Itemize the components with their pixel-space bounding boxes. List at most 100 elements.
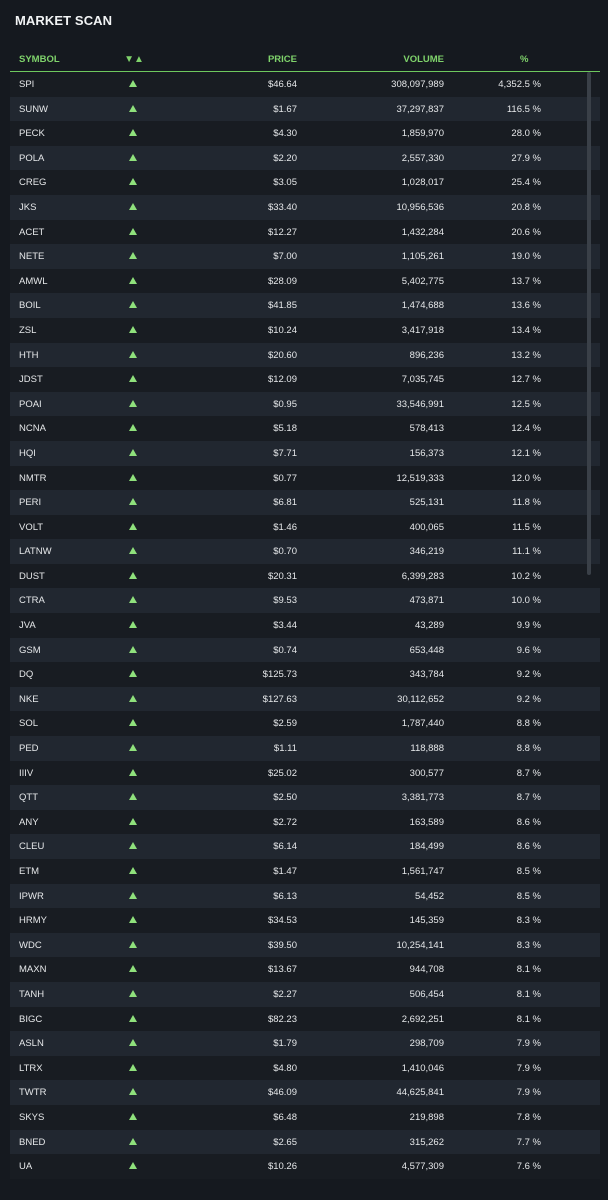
- sort-toggle-icon[interactable]: ▼▲: [123, 54, 145, 65]
- table-row[interactable]: SUNW $1.67 37,297,837 116.5 %: [10, 96, 600, 122]
- table-row[interactable]: CREG $3.05 1,028,017 25.4 %: [10, 170, 600, 195]
- up-arrow-icon: [129, 252, 137, 260]
- table-row[interactable]: LTRX $4.80 1,410,046 7.9 %: [10, 1055, 600, 1081]
- percent-change-cell: 11.8 %: [512, 497, 541, 509]
- table-row[interactable]: HRMY $34.53 145,359 8.3 %: [10, 908, 600, 933]
- table-row[interactable]: ETM $1.47 1,561,747 8.5 %: [10, 859, 600, 884]
- volume-cell: 30,112,652: [397, 693, 444, 705]
- table-row[interactable]: ASLN $1.79 298,709 7.9 %: [10, 1031, 600, 1056]
- symbol-cell: TWTR: [19, 1087, 47, 1099]
- volume-cell: 3,417,918: [401, 324, 444, 336]
- table-row[interactable]: ANY $2.72 163,589 8.6 %: [10, 809, 600, 835]
- table-row[interactable]: WDC $39.50 10,254,141 8.3 %: [10, 932, 600, 958]
- table-row[interactable]: DUST $20.31 6,399,283 10.2 %: [10, 563, 600, 589]
- table-row[interactable]: AMWL $28.09 5,402,775 13.7 %: [10, 268, 600, 294]
- table-row[interactable]: JKS $33.40 10,956,536 20.8 %: [10, 194, 600, 220]
- volume-cell: 2,692,251: [401, 1013, 444, 1025]
- table-row[interactable]: JDST $12.09 7,035,745 12.7 %: [10, 367, 600, 392]
- up-arrow-icon: [129, 448, 137, 456]
- scrollbar[interactable]: [587, 72, 591, 575]
- volume-cell: 1,410,046: [401, 1062, 444, 1074]
- volume-cell: 2,557,330: [401, 152, 444, 164]
- symbol-cell: WDC: [19, 939, 42, 951]
- table-row[interactable]: TWTR $46.09 44,625,841 7.9 %: [10, 1080, 600, 1105]
- symbol-cell: UA: [19, 1161, 33, 1173]
- table-row[interactable]: CLEU $6.14 184,499 8.6 %: [10, 834, 600, 859]
- table-row[interactable]: NETE $7.00 1,105,261 19.0 %: [10, 244, 600, 269]
- symbol-cell: NCNA: [19, 423, 46, 435]
- table-row[interactable]: IPWR $6.13 54,452 8.5 %: [10, 883, 600, 909]
- percent-change-cell: 8.7 %: [516, 767, 541, 779]
- symbol-cell: GSM: [19, 644, 41, 656]
- percent-change-cell: 13.4 %: [511, 324, 541, 336]
- table-row[interactable]: UA $10.26 4,577,309 7.6 %: [10, 1154, 600, 1179]
- up-arrow-icon: [129, 842, 137, 850]
- table-row[interactable]: VOLT $1.46 400,065 11.5 %: [10, 514, 600, 540]
- table-row[interactable]: GSM $0.74 653,448 9.6 %: [10, 637, 600, 663]
- symbol-cell: LTRX: [19, 1062, 43, 1074]
- table-row[interactable]: BOIL $41.85 1,474,688 13.6 %: [10, 293, 600, 318]
- table-row[interactable]: PED $1.11 118,888 8.8 %: [10, 736, 600, 761]
- symbol-cell: IIIV: [19, 767, 34, 779]
- table-row[interactable]: NCNA $5.18 578,413 12.4 %: [10, 416, 600, 441]
- percent-change-cell: 12.0 %: [511, 472, 541, 484]
- table-row[interactable]: ACET $12.27 1,432,284 20.6 %: [10, 219, 600, 245]
- column-header-percent[interactable]: %: [520, 54, 528, 65]
- volume-cell: 5,402,775: [401, 275, 444, 287]
- column-header-price[interactable]: PRICE: [268, 54, 297, 65]
- symbol-cell: ACET: [19, 226, 45, 238]
- symbol-cell: BIGC: [19, 1013, 43, 1025]
- volume-cell: 473,871: [409, 595, 444, 607]
- price-cell: $6.81: [273, 497, 297, 509]
- table-row[interactable]: CTRA $9.53 473,871 10.0 %: [10, 588, 600, 614]
- table-row[interactable]: NMTR $0.77 12,519,333 12.0 %: [10, 465, 600, 491]
- volume-cell: 1,028,017: [401, 177, 444, 189]
- symbol-cell: SPI: [19, 79, 35, 90]
- percent-change-cell: 10.0 %: [511, 595, 541, 607]
- symbol-cell: IPWR: [19, 890, 44, 902]
- percent-change-cell: 8.8 %: [516, 743, 541, 755]
- table-row[interactable]: DQ $125.73 343,784 9.2 %: [10, 662, 600, 687]
- volume-cell: 7,035,745: [401, 374, 444, 386]
- up-arrow-icon: [129, 719, 137, 727]
- table-row[interactable]: SOL $2.59 1,787,440 8.8 %: [10, 711, 600, 737]
- table-row[interactable]: BNED $2.65 315,262 7.7 %: [10, 1129, 600, 1155]
- price-cell: $12.27: [267, 226, 297, 238]
- table-row[interactable]: SKYS $6.48 219,898 7.8 %: [10, 1104, 600, 1130]
- table-row[interactable]: PERI $6.81 525,131 11.8 %: [10, 490, 600, 515]
- table-row[interactable]: ZSL $10.24 3,417,918 13.4 %: [10, 317, 600, 343]
- table-row[interactable]: QTT $2.50 3,381,773 8.7 %: [10, 785, 600, 810]
- volume-cell: 653,448: [409, 644, 444, 656]
- page-title: MARKET SCAN: [15, 13, 113, 28]
- percent-change-cell: 8.5 %: [516, 890, 541, 902]
- table-row[interactable]: MAXN $13.67 944,708 8.1 %: [10, 957, 600, 982]
- percent-change-cell: 13.7 %: [511, 275, 541, 287]
- price-cell: $25.02: [267, 767, 297, 779]
- symbol-cell: LATNW: [19, 546, 52, 558]
- symbol-cell: DQ: [19, 669, 34, 681]
- table-row[interactable]: POLA $2.20 2,557,330 27.9 %: [10, 145, 600, 171]
- table-row[interactable]: PECK $4.30 1,859,970 28.0 %: [10, 121, 600, 146]
- up-arrow-icon: [129, 1162, 137, 1170]
- volume-cell: 1,474,688: [401, 300, 444, 312]
- percent-change-cell: 8.1 %: [516, 988, 541, 1000]
- table-row[interactable]: HTH $20.60 896,236 13.2 %: [10, 342, 600, 368]
- price-cell: $4.80: [273, 1062, 297, 1074]
- table-row[interactable]: NKE $127.63 30,112,652 9.2 %: [10, 686, 600, 712]
- symbol-cell: HRMY: [19, 915, 47, 927]
- table-row[interactable]: TANH $2.27 506,454 8.1 %: [10, 981, 600, 1007]
- column-header-volume[interactable]: VOLUME: [403, 54, 444, 65]
- table-row[interactable]: LATNW $0.70 346,219 11.1 %: [10, 539, 600, 564]
- table-row[interactable]: IIIV $25.02 300,577 8.7 %: [10, 760, 600, 786]
- table-row[interactable]: SPI $46.64 308,097,989 4,352.5 %: [10, 72, 600, 97]
- column-header-symbol[interactable]: SYMBOL: [19, 54, 60, 65]
- symbol-cell: JDST: [19, 374, 43, 386]
- table-row[interactable]: BIGC $82.23 2,692,251 8.1 %: [10, 1006, 600, 1032]
- price-cell: $1.47: [273, 866, 297, 877]
- table-row[interactable]: JVA $3.44 43,289 9.9 %: [10, 613, 600, 638]
- symbol-cell: PECK: [19, 128, 45, 140]
- table-row[interactable]: POAI $0.95 33,546,991 12.5 %: [10, 391, 600, 417]
- table-row[interactable]: HQI $7.71 156,373 12.1 %: [10, 440, 600, 466]
- volume-cell: 10,254,141: [396, 939, 444, 951]
- percent-change-cell: 12.5 %: [511, 398, 541, 410]
